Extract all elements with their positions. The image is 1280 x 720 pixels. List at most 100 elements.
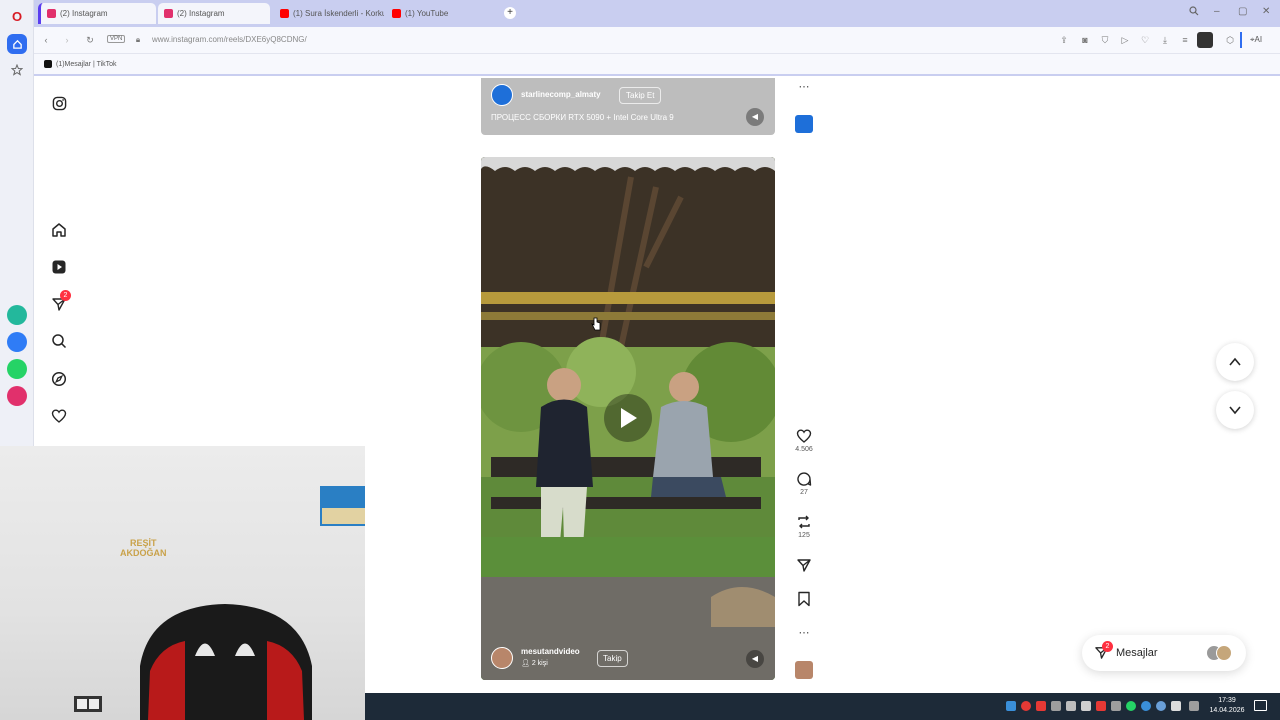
tab-youtube[interactable]: (1) YouTube (386, 3, 496, 24)
maximize-icon[interactable]: ▢ (1238, 6, 1247, 17)
tray-app-icon[interactable] (1006, 701, 1016, 711)
whatsapp-sidebar-icon[interactable] (7, 359, 27, 379)
close-window-icon[interactable]: ✕ (1262, 6, 1270, 17)
instagram-favicon-icon (164, 9, 173, 18)
reel-video[interactable]: mesutandvideo 👤︎ 2 kişi Takip ◀ (481, 157, 775, 680)
audio-thumbnail[interactable] (795, 115, 813, 133)
search-icon[interactable] (50, 332, 68, 350)
messages-badge: 2 (1102, 641, 1113, 652)
minimize-icon[interactable]: – (1214, 6, 1220, 17)
messages-label: Mesajlar (1116, 647, 1158, 659)
previous-reel-button[interactable] (1216, 343, 1254, 381)
comment-count: 27 (800, 489, 808, 496)
tray-app-icon[interactable] (1096, 701, 1106, 711)
bookmark-icon (798, 591, 810, 607)
notification-badge: 2 (60, 290, 71, 301)
instagram-favicon-icon (47, 9, 56, 18)
tray-app-icon[interactable] (1036, 701, 1046, 711)
more-options-icon[interactable]: ⋯ (793, 626, 815, 639)
search-tabs-icon[interactable] (1189, 6, 1199, 19)
home-icon[interactable] (50, 221, 68, 239)
tray-app-icon[interactable] (1066, 701, 1076, 711)
camera-icon[interactable]: ◙ (1079, 34, 1091, 46)
instagram-sidebar-icon[interactable] (7, 386, 27, 406)
mute-icon[interactable]: ◀ (746, 650, 764, 668)
messenger-sidebar-icon[interactable] (7, 332, 27, 352)
share-icon[interactable]: ⇪ (1058, 34, 1070, 46)
notifications-heart-icon[interactable] (50, 407, 68, 425)
heart-icon (796, 429, 812, 443)
star-sidebar-icon[interactable] (7, 60, 27, 80)
tray-app-icon[interactable] (1156, 701, 1166, 711)
address-bar: ‹ › ↻ VPN 🔒︎ www.instagram.com/reels/DXE… (34, 27, 1280, 54)
next-reel-button[interactable] (1216, 391, 1254, 429)
opera-logo-icon[interactable]: O (7, 6, 27, 26)
like-button[interactable]: 4.506 (793, 428, 815, 453)
tab-bar: (2) Instagram (2) Instagram (1) Sura İsk… (34, 0, 1280, 27)
collab-people[interactable]: 👤︎ 2 kişi (521, 659, 548, 667)
tray-app-icon[interactable] (1081, 701, 1091, 711)
profile-avatar[interactable] (1197, 32, 1213, 48)
instagram-logo-icon[interactable] (50, 94, 68, 112)
extensions-icon[interactable]: ⬡ (1224, 34, 1236, 46)
lock-icon: 🔒︎ (135, 35, 141, 44)
bookmark-tiktok[interactable]: (1)Mesajlar | TikTok (44, 60, 117, 68)
tray-app-icon[interactable] (1021, 701, 1031, 711)
audio-thumbnail[interactable] (795, 661, 813, 679)
mute-icon[interactable]: ◀ (746, 108, 764, 126)
youtube-favicon-icon (392, 9, 401, 18)
avatar (1216, 645, 1232, 661)
play-icon[interactable]: ▷ (1119, 34, 1131, 46)
tray-app-icon[interactable] (1141, 701, 1151, 711)
like-count: 4.506 (795, 446, 813, 453)
heart-outline-icon[interactable]: ♡ (1139, 34, 1151, 46)
tray-app-icon[interactable] (1189, 701, 1199, 711)
new-tab-button[interactable]: + (504, 7, 516, 19)
comment-icon (797, 472, 812, 486)
download-icon[interactable]: ⤓ (1159, 34, 1171, 46)
send-icon (797, 559, 811, 572)
tab-instagram-1[interactable]: (2) Instagram (38, 3, 156, 24)
reels-icon[interactable] (50, 258, 68, 276)
chevron-down-icon (1229, 406, 1241, 415)
volume-icon[interactable] (1051, 701, 1061, 711)
divider (1240, 32, 1242, 48)
forward-icon[interactable]: › (61, 34, 73, 46)
reel-avatar[interactable] (491, 647, 513, 669)
webcam-overlay: REŞİT AKDOĞAN (0, 446, 365, 720)
whatsapp-tray-icon[interactable] (1126, 701, 1136, 711)
tab-youtube-sura[interactable]: (1) Sura İskenderli - Korku (274, 3, 384, 24)
clock[interactable]: 17:39 14.04.2026 (1205, 696, 1249, 716)
repost-button[interactable]: 125 (793, 514, 815, 539)
share-button[interactable] (793, 557, 815, 575)
tab-instagram-2[interactable]: (2) Instagram (158, 3, 270, 24)
shield-icon[interactable]: ⛉ (1099, 34, 1111, 46)
reel-previous[interactable]: starlinecomp_almaty Takip Et ПРОЦЕСС СБО… (481, 78, 775, 135)
notification-center-icon[interactable] (1254, 700, 1267, 711)
explore-icon[interactable] (50, 370, 68, 388)
reel-username[interactable]: starlinecomp_almaty (521, 90, 601, 99)
vpn-badge[interactable]: VPN (107, 35, 126, 43)
url-field[interactable]: www.instagram.com/reels/DXE6yQ8CDNG/ (152, 35, 307, 44)
follow-button[interactable]: Takip Et (619, 87, 662, 104)
comment-button[interactable]: 27 (793, 471, 815, 496)
menu-icon[interactable]: ≡ (1179, 34, 1191, 46)
follow-button[interactable]: Takip (597, 650, 628, 667)
repost-count: 125 (798, 532, 810, 539)
direct-messages-icon[interactable]: 2 (50, 290, 71, 313)
back-icon[interactable]: ‹ (40, 34, 52, 46)
reel-username[interactable]: mesutandvideo (521, 647, 580, 656)
microphone-icon[interactable] (1171, 701, 1181, 711)
aria-ai-button[interactable]: ⌖AI (1250, 35, 1262, 45)
reel-avatar[interactable] (491, 84, 513, 106)
tiktok-icon (44, 60, 52, 68)
reload-icon[interactable]: ↻ (84, 34, 96, 46)
chatgpt-sidebar-icon[interactable] (7, 305, 27, 325)
more-options-icon[interactable]: ⋯ (793, 80, 815, 93)
home-sidebar-icon[interactable] (7, 34, 27, 54)
reel-video-frame (481, 157, 775, 680)
messages-button[interactable]: 2 Mesajlar (1082, 635, 1246, 671)
tray-app-icon[interactable] (1111, 701, 1121, 711)
save-button[interactable] (793, 591, 815, 609)
repost-icon (798, 515, 810, 529)
